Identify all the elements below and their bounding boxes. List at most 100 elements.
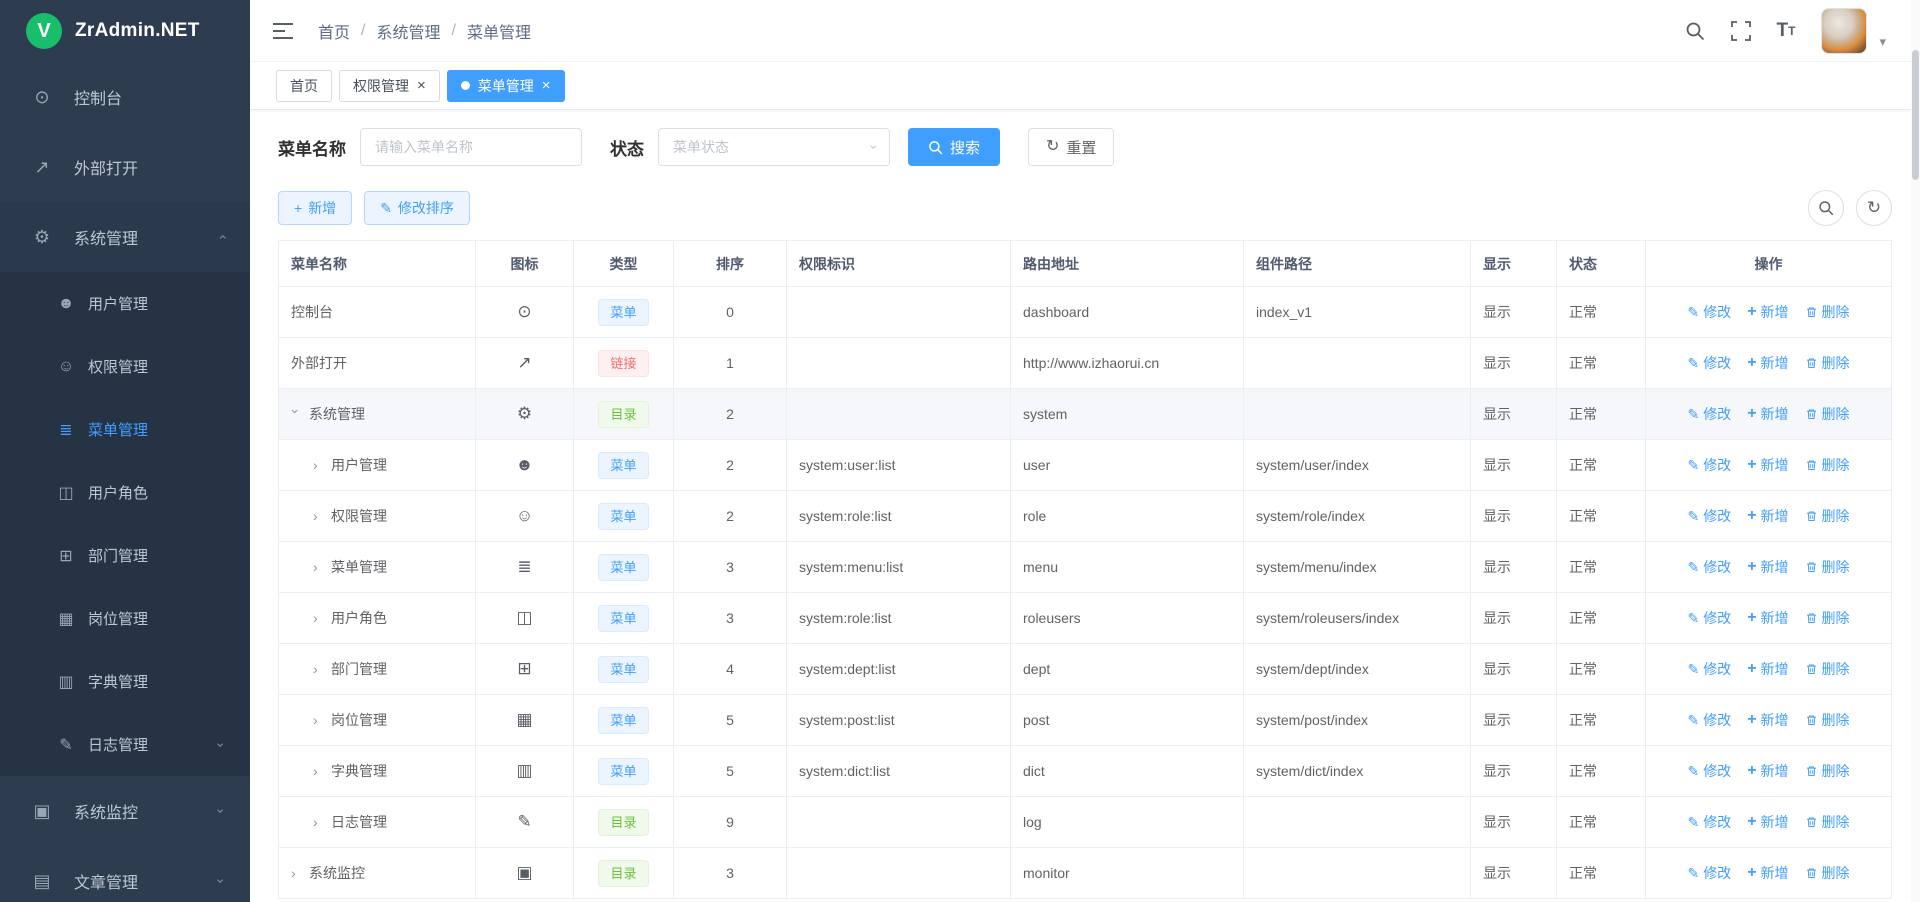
search-button[interactable]: 搜索	[908, 128, 1000, 166]
edit-link[interactable]: ✎修改	[1687, 659, 1731, 679]
font-size-icon[interactable]: TT	[1777, 21, 1796, 40]
table-row[interactable]: ›菜单管理 ≣ 菜单 3 system:menu:list menu syste…	[279, 542, 1892, 593]
edit-link[interactable]: ✎修改	[1687, 455, 1731, 475]
table-row[interactable]: ›系统管理 ⚙ 目录 2 system 显示 正常 ✎修改 +新增 删除	[279, 389, 1892, 440]
expand-arrow[interactable]: ›	[313, 610, 323, 626]
sidebar-item-user[interactable]: ☻用户管理	[0, 272, 250, 335]
add-link[interactable]: +新增	[1747, 404, 1788, 424]
sidebar-item-menu[interactable]: ≣菜单管理	[0, 398, 250, 461]
edit-link[interactable]: ✎修改	[1687, 506, 1731, 526]
table-row[interactable]: ›权限管理 ☺ 菜单 2 system:role:list role syste…	[279, 491, 1892, 542]
expand-arrow[interactable]: ›	[313, 763, 323, 779]
table-row[interactable]: ›用户角色 ◫ 菜单 3 system:role:list roleusers …	[279, 593, 1892, 644]
edit-link[interactable]: ✎修改	[1687, 353, 1731, 373]
edit-link[interactable]: ✎修改	[1687, 710, 1731, 730]
edit-link[interactable]: ✎修改	[1687, 302, 1731, 322]
add-link[interactable]: +新增	[1747, 302, 1788, 322]
add-link[interactable]: +新增	[1747, 863, 1788, 883]
edit-link[interactable]: ✎修改	[1687, 608, 1731, 628]
search-toggle-button[interactable]	[1808, 190, 1844, 226]
sidebar-item-monitor[interactable]: ▣系统监控›	[0, 776, 250, 846]
delete-link[interactable]: 删除	[1805, 659, 1850, 679]
breadcrumb-item[interactable]: 首页	[318, 19, 350, 43]
expand-arrow[interactable]: ›	[313, 457, 323, 473]
breadcrumb-item[interactable]: 系统管理	[376, 19, 440, 43]
search-icon[interactable]	[1685, 21, 1705, 41]
delete-link[interactable]: 删除	[1805, 608, 1850, 628]
sidebar-item-dept[interactable]: ⊞部门管理	[0, 524, 250, 587]
refresh-table-button[interactable]: ↻	[1856, 190, 1892, 226]
delete-link[interactable]: 删除	[1805, 353, 1850, 373]
expand-arrow[interactable]: ›	[291, 865, 301, 881]
delete-link[interactable]: 删除	[1805, 455, 1850, 475]
avatar[interactable]	[1821, 8, 1867, 54]
expand-arrow[interactable]: ›	[313, 814, 323, 830]
add-link[interactable]: +新增	[1747, 353, 1788, 373]
delete-link[interactable]: 删除	[1805, 812, 1850, 832]
delete-link[interactable]: 删除	[1805, 506, 1850, 526]
expand-arrow[interactable]: ›	[313, 559, 323, 575]
table-row[interactable]: ›字典管理 ▥ 菜单 5 system:dict:list dict syste…	[279, 746, 1892, 797]
delete-link[interactable]: 删除	[1805, 302, 1850, 322]
status-select[interactable]: 菜单状态 ›	[658, 128, 890, 166]
edit-link[interactable]: ✎修改	[1687, 557, 1731, 577]
sidebar-item-dashboard[interactable]: ⊙控制台	[0, 62, 250, 132]
add-link[interactable]: +新增	[1747, 812, 1788, 832]
sidebar-item-article[interactable]: ▤文章管理›	[0, 846, 250, 902]
edit-link[interactable]: ✎修改	[1687, 812, 1731, 832]
add-link[interactable]: +新增	[1747, 506, 1788, 526]
collapse-arrow[interactable]: ›	[288, 409, 304, 419]
table-row[interactable]: ›岗位管理 ▦ 菜单 5 system:post:list post syste…	[279, 695, 1892, 746]
fullscreen-icon[interactable]	[1731, 21, 1751, 41]
table-row[interactable]: 外部打开 ↗ 链接 1 http://www.izhaorui.cn 显示 正常…	[279, 338, 1892, 389]
permission-value	[787, 848, 1011, 899]
add-link[interactable]: +新增	[1747, 659, 1788, 679]
table-row[interactable]: 控制台 ⊙ 菜单 0 dashboard index_v1 显示 正常 ✎修改 …	[279, 287, 1892, 338]
close-icon[interactable]: ×	[417, 78, 426, 93]
delete-link[interactable]: 删除	[1805, 404, 1850, 424]
tab-menu[interactable]: 菜单管理×	[447, 70, 565, 102]
add-link[interactable]: +新增	[1747, 608, 1788, 628]
sidebar-item-role[interactable]: ☺权限管理	[0, 335, 250, 398]
delete-link[interactable]: 删除	[1805, 557, 1850, 577]
edit-link[interactable]: ✎修改	[1687, 404, 1731, 424]
sidebar-item-external[interactable]: ↗外部打开	[0, 132, 250, 202]
expand-arrow[interactable]: ›	[313, 508, 323, 524]
logo[interactable]: V ZrAdmin.NET	[0, 0, 250, 62]
tab-home[interactable]: 首页	[276, 70, 332, 102]
expand-arrow[interactable]: ›	[313, 661, 323, 677]
table-row[interactable]: ›系统监控 ▣ 目录 3 monitor 显示 正常 ✎修改 +新增 删除	[279, 848, 1892, 899]
add-link[interactable]: +新增	[1747, 455, 1788, 475]
menu-name-value: 用户角色	[331, 610, 387, 626]
sidebar-item-log[interactable]: ✎日志管理›	[0, 713, 250, 776]
delete-link[interactable]: 删除	[1805, 863, 1850, 883]
expand-arrow[interactable]: ›	[313, 712, 323, 728]
add-link[interactable]: +新增	[1747, 557, 1788, 577]
edit-link[interactable]: ✎修改	[1687, 761, 1731, 781]
table-row[interactable]: ›用户管理 ☻ 菜单 2 system:user:list user syste…	[279, 440, 1892, 491]
menu-name-input[interactable]	[360, 128, 582, 166]
table-row[interactable]: ›部门管理 ⊞ 菜单 4 system:dept:list dept syste…	[279, 644, 1892, 695]
edit-sort-button[interactable]: ✎ 修改排序	[364, 191, 470, 225]
scrollbar-thumb[interactable]	[1912, 50, 1919, 180]
delete-link[interactable]: 删除	[1805, 710, 1850, 730]
tab-role[interactable]: 权限管理×	[339, 70, 440, 102]
table-row[interactable]: ›日志管理 ✎ 目录 9 log 显示 正常 ✎修改 +新增 删除	[279, 797, 1892, 848]
chevron-down-icon[interactable]: ▾	[1879, 34, 1886, 54]
close-icon[interactable]: ×	[542, 78, 551, 93]
sidebar-item-post[interactable]: ▦岗位管理	[0, 587, 250, 650]
hamburger-icon[interactable]	[270, 18, 296, 44]
reset-button[interactable]: ↻ 重置	[1028, 128, 1114, 166]
breadcrumb-separator: /	[451, 22, 455, 40]
edit-link[interactable]: ✎修改	[1687, 863, 1731, 883]
sidebar-item-roleusers[interactable]: ◫用户角色	[0, 461, 250, 524]
add-link[interactable]: +新增	[1747, 710, 1788, 730]
delete-link[interactable]: 删除	[1805, 761, 1850, 781]
add-link[interactable]: +新增	[1747, 761, 1788, 781]
add-link-label: 新增	[1761, 659, 1789, 679]
permission-value: system:post:list	[787, 695, 1011, 746]
scrollbar[interactable]	[1911, 0, 1920, 902]
sidebar-item-dict[interactable]: ▥字典管理	[0, 650, 250, 713]
add-button[interactable]: + 新增	[278, 191, 352, 225]
sidebar-item-system[interactable]: ⚙系统管理›	[0, 202, 250, 272]
